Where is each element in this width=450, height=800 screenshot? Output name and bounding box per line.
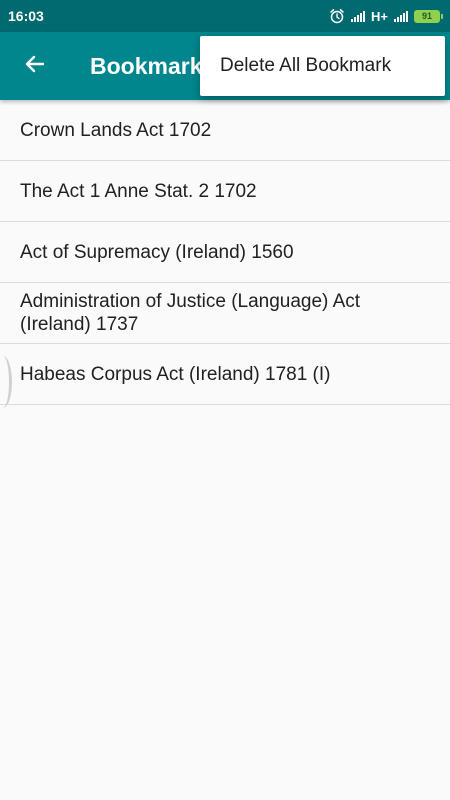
battery-icon: 91	[414, 9, 443, 23]
list-item[interactable]: Administration of Justice (Language) Act…	[0, 283, 450, 344]
status-icons: H+ 91	[329, 8, 443, 24]
back-button[interactable]	[0, 32, 70, 100]
battery-level: 91	[421, 11, 432, 21]
list-item[interactable]: The Act 1 Anne Stat. 2 1702	[0, 161, 450, 222]
network-type: H+	[371, 8, 388, 24]
list-item[interactable]: Habeas Corpus Act (Ireland) 1781 (I)	[0, 344, 450, 405]
overflow-menu: Delete All Bookmark	[200, 36, 445, 96]
list-item-label: Habeas Corpus Act (Ireland) 1781 (I)	[20, 363, 331, 385]
list-item-label: Crown Lands Act 1702	[20, 119, 212, 141]
list-item[interactable]: Act of Supremacy (Ireland) 1560	[0, 222, 450, 283]
signal-icon	[394, 10, 408, 22]
list-item-label: The Act 1 Anne Stat. 2 1702	[20, 180, 257, 202]
arrow-left-icon	[23, 52, 47, 81]
list-item-label: Act of Supremacy (Ireland) 1560	[20, 241, 294, 263]
list-item[interactable]: Crown Lands Act 1702	[0, 100, 450, 161]
signal-icon	[351, 10, 366, 22]
alarm-icon	[329, 8, 345, 24]
status-time: 16:03	[8, 8, 44, 24]
page-title: Bookmark	[90, 52, 203, 79]
status-bar: 16:03 H+ 91	[0, 0, 450, 32]
bookmark-list: Crown Lands Act 1702 The Act 1 Anne Stat…	[0, 100, 450, 405]
delete-all-bookmark-menu-item[interactable]: Delete All Bookmark	[220, 55, 391, 77]
list-item-label: Administration of Justice (Language) Act…	[20, 291, 361, 335]
